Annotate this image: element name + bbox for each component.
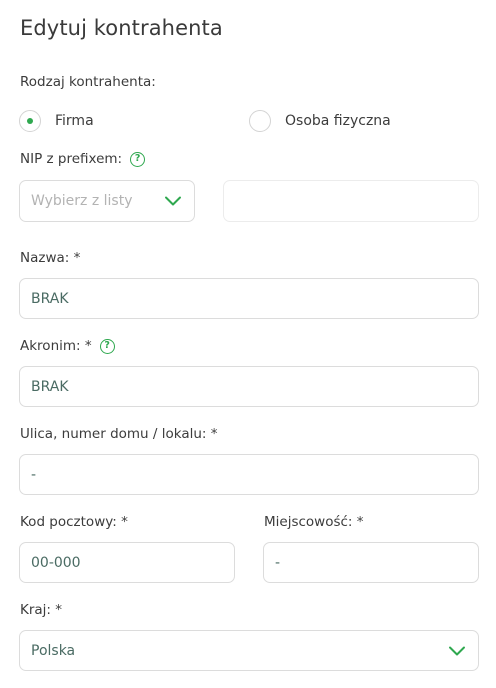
radio-option-person[interactable]: Osoba fizyczna xyxy=(249,110,391,132)
chevron-down-icon xyxy=(165,196,181,206)
country-select[interactable]: Polska xyxy=(19,630,479,671)
radio-label-person[interactable]: Osoba fizyczna xyxy=(285,113,391,129)
question-circle-icon[interactable]: ? xyxy=(99,338,115,354)
nip-label: NIP z prefixem: xyxy=(20,151,123,167)
street-input[interactable]: - xyxy=(19,454,479,495)
chevron-down-icon xyxy=(449,646,465,655)
nip-prefix-placeholder: Wybierz z listy xyxy=(31,193,133,209)
country-label: Kraj: * xyxy=(20,602,63,618)
postal-code-label: Kod pocztowy: * xyxy=(20,514,128,530)
nip-label-row: NIP z prefixem: ? xyxy=(20,151,146,167)
acronym-label-row: Akronim: * ? xyxy=(20,338,115,354)
country-value: Polska xyxy=(31,642,76,659)
acronym-label: Akronim: * xyxy=(20,338,92,354)
name-label: Nazwa: * xyxy=(20,250,81,266)
street-value: - xyxy=(31,466,37,483)
city-input[interactable]: - xyxy=(263,542,479,583)
name-value: BRAK xyxy=(31,290,69,307)
acronym-input[interactable]: BRAK xyxy=(19,366,479,407)
radio-button-person[interactable] xyxy=(249,110,271,132)
radio-option-company[interactable]: Firma xyxy=(19,110,94,132)
city-value: - xyxy=(275,554,281,571)
radio-selected-dot xyxy=(27,118,33,124)
postal-code-input[interactable]: 00-000 xyxy=(19,542,235,583)
nip-prefix-select[interactable]: Wybierz z listy xyxy=(19,180,195,222)
radio-label-company[interactable]: Firma xyxy=(55,113,94,129)
street-label: Ulica, numer domu / lokalu: * xyxy=(20,426,218,442)
name-input[interactable]: BRAK xyxy=(19,278,479,319)
radio-button-company[interactable] xyxy=(19,110,41,132)
postal-code-value: 00-000 xyxy=(31,554,81,571)
contractor-type-label: Rodzaj kontrahenta: xyxy=(20,74,156,90)
city-label: Miejscowość: * xyxy=(264,514,364,530)
nip-input[interactable] xyxy=(223,180,479,222)
question-circle-icon[interactable]: ? xyxy=(130,151,146,167)
acronym-value: BRAK xyxy=(31,378,69,395)
page-title: Edytuj kontrahenta xyxy=(20,16,223,40)
